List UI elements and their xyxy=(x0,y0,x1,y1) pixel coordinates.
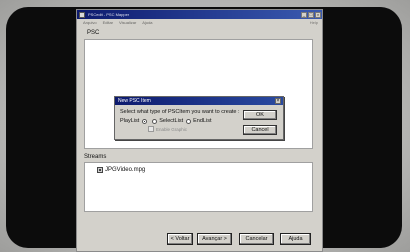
minimize-icon[interactable]: _ xyxy=(301,11,307,18)
playlist-radio[interactable] xyxy=(142,118,148,124)
window-titlebar: PSCedit - PSC Mapper _ □ × xyxy=(77,10,322,19)
enable-graphic-row: Enable Graphic xyxy=(148,126,187,132)
ok-button[interactable]: OK xyxy=(243,110,277,120)
option-selectlist-label: SelectList xyxy=(159,118,184,124)
stream-filename: JPGVideo.mpg xyxy=(105,167,146,173)
psc-panel-label: PSC xyxy=(86,30,101,36)
next-button[interactable]: Avançar > xyxy=(197,233,232,245)
help-button[interactable]: Ajuda xyxy=(280,233,311,245)
menu-file[interactable]: Arquivo xyxy=(83,20,97,25)
menu-bar: Arquivo Editar Visualizar Ajuda Help xyxy=(77,19,322,26)
close-icon[interactable]: × xyxy=(315,11,321,18)
maximize-icon[interactable]: □ xyxy=(308,11,314,18)
enable-graphic-label: Enable Graphic xyxy=(156,126,188,132)
app-icon xyxy=(79,11,85,18)
item-type-options: PlayList SelectList EndList xyxy=(120,118,211,124)
back-button[interactable]: < Voltar xyxy=(167,233,193,245)
menu-help[interactable]: Ajuda xyxy=(142,20,152,25)
endlist-radio[interactable] xyxy=(186,118,192,124)
cancel-button[interactable]: Cancelar xyxy=(239,233,274,245)
selectlist-radio[interactable] xyxy=(152,118,158,124)
dialog-close-icon[interactable]: × xyxy=(275,98,281,104)
dialog-titlebar: New PSC Item × xyxy=(115,97,283,105)
window-title: PSCedit - PSC Mapper xyxy=(88,12,130,17)
streams-panel-label: Streams xyxy=(84,154,107,160)
menu-view[interactable]: Visualizar xyxy=(119,20,136,25)
streams-list[interactable]: JPGVideo.mpg xyxy=(84,162,313,212)
option-endlist-label: EndList xyxy=(193,118,212,124)
dialog-cancel-button[interactable]: Cancel xyxy=(243,125,277,135)
dialog-question: Select what type of PSCItem you want to … xyxy=(120,109,240,115)
video-file-icon xyxy=(97,167,103,173)
list-item[interactable]: JPGVideo.mpg xyxy=(97,167,145,173)
dialog-title: New PSC Item xyxy=(118,98,151,104)
option-playlist-label: PlayList xyxy=(120,118,140,124)
enable-graphic-checkbox[interactable] xyxy=(148,126,154,132)
new-psc-item-dialog: New PSC Item × Select what type of PSCIt… xyxy=(114,96,284,140)
menu-edit[interactable]: Editar xyxy=(103,20,113,25)
menu-help-right[interactable]: Help xyxy=(310,20,318,25)
